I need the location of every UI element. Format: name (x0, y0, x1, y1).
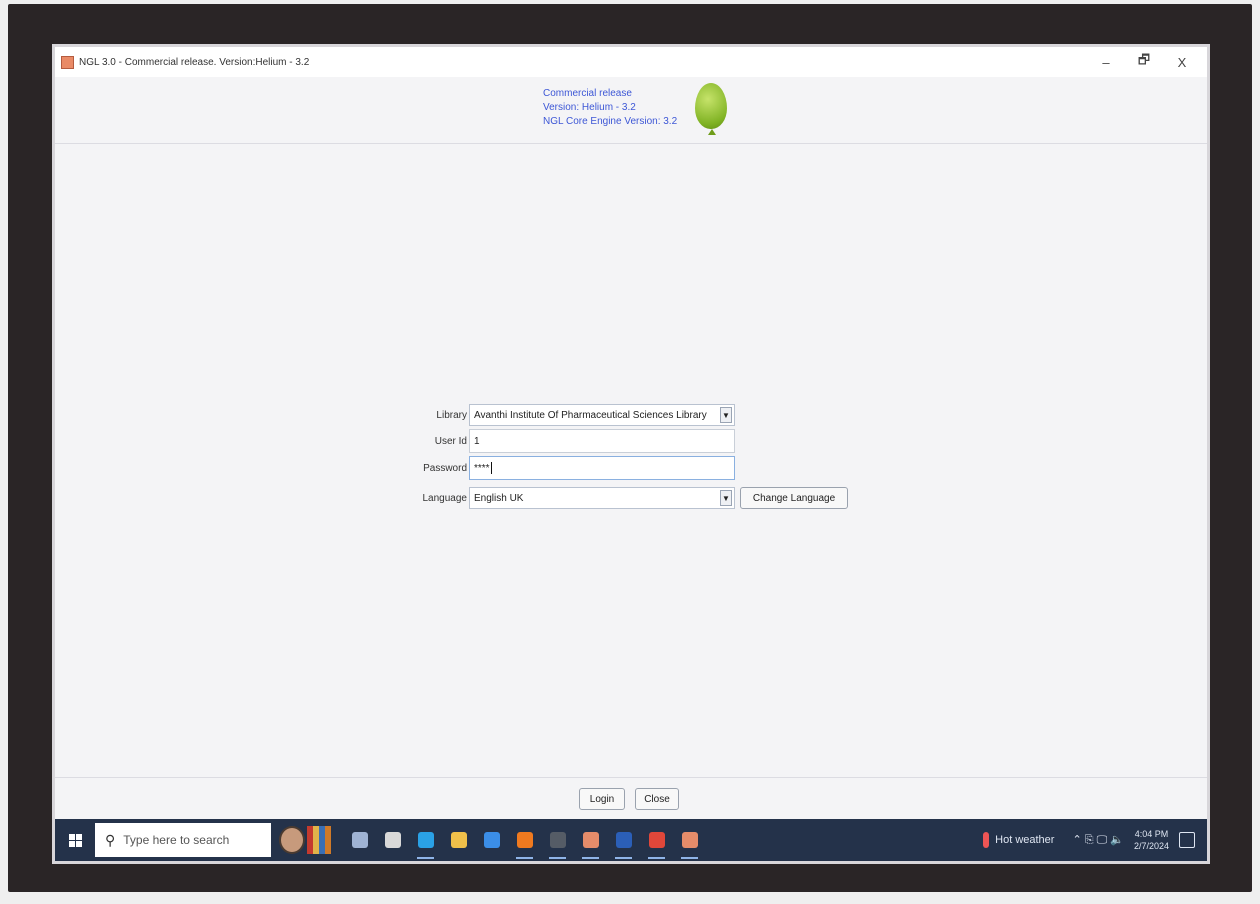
tray-icons[interactable]: ⌃ ⎘ 🖵 🔈 (1072, 833, 1124, 847)
close-window-button[interactable]: X (1163, 47, 1201, 77)
store-icon-glyph (384, 832, 401, 848)
maximize-button[interactable]: 🗗 (1125, 47, 1163, 77)
clock-time: 4:04 PM (1134, 829, 1169, 839)
library-select[interactable]: Avanthi Institute Of Pharmaceutical Scie… (469, 404, 735, 426)
library-label: Library (436, 409, 467, 421)
search-icon: ⚲ (105, 831, 116, 848)
java-app-icon[interactable] (574, 819, 607, 861)
library-value: Avanthi Institute Of Pharmaceutical Scie… (474, 409, 707, 421)
word-icon[interactable] (607, 819, 640, 861)
screen: NGL 3.0 - Commercial release. Version:He… (52, 44, 1210, 864)
thermometer-icon (983, 832, 990, 848)
userid-input[interactable]: 1 (469, 429, 735, 453)
system-tray: Hot weather ⌃ ⎘ 🖵 🔈 4:04 PM 2/7/2024 (983, 819, 1207, 861)
edge-icon[interactable] (409, 819, 442, 861)
clock-date: 2/7/2024 (1133, 841, 1169, 851)
notification-icon[interactable] (1179, 832, 1195, 848)
task-view-icon-glyph (351, 832, 368, 848)
taskbar-apps (343, 819, 706, 861)
app-icon (61, 55, 74, 69)
word-icon-glyph (615, 832, 632, 848)
window-title: NGL 3.0 - Commercial release. Version:He… (79, 56, 310, 68)
release-line: Commercial release (543, 88, 632, 99)
password-value: **** (474, 462, 490, 474)
userid-label: User Id (434, 435, 467, 447)
java-app-active-icon-glyph (681, 832, 698, 848)
terminal-icon[interactable] (541, 819, 574, 861)
store-icon[interactable] (376, 819, 409, 861)
window-controls: – 🗗 X (1087, 47, 1201, 77)
firefox-icon-glyph (516, 832, 533, 848)
firefox-icon[interactable] (508, 819, 541, 861)
minimize-button[interactable]: – (1087, 47, 1125, 77)
java-app-icon-glyph (582, 832, 599, 848)
news-widget-icon[interactable] (279, 824, 339, 856)
close-button[interactable]: Close (635, 788, 679, 810)
chrome-icon-glyph (648, 832, 665, 848)
chrome-icon[interactable] (640, 819, 673, 861)
language-label: Language (422, 492, 468, 504)
file-explorer-icon-glyph (450, 832, 467, 848)
edge-icon-glyph (417, 832, 434, 848)
windows-taskbar: ⚲ Type here to search Hot weather ⌃ ⎘ 🖵 … (55, 819, 1207, 861)
password-label: Password (423, 462, 467, 474)
window-titlebar: NGL 3.0 - Commercial release. Version:He… (55, 47, 1207, 77)
bottom-button-bar: Login Close (55, 777, 1207, 820)
password-input[interactable]: **** (469, 456, 735, 480)
task-view-icon[interactable] (343, 819, 376, 861)
java-app-active-icon[interactable] (673, 819, 706, 861)
login-button[interactable]: Login (579, 788, 625, 810)
person-thumbnail (279, 826, 305, 854)
balloon-tail (708, 129, 716, 135)
text-caret (490, 462, 492, 474)
clock[interactable]: 4:04 PM 2/7/2024 (1134, 828, 1169, 852)
mail-icon-glyph (483, 832, 500, 848)
header-area: Commercial release Version: Helium - 3.2… (55, 77, 1207, 144)
chevron-down-icon[interactable]: ▼ (720, 407, 732, 423)
green-balloon-icon (695, 83, 727, 129)
change-language-button[interactable]: Change Language (740, 487, 848, 509)
windows-start-icon[interactable] (55, 819, 95, 861)
version-line: Version: Helium - 3.2 (543, 102, 636, 113)
taskbar-search-box[interactable]: ⚲ Type here to search (95, 823, 271, 857)
books-thumbnail (307, 826, 331, 854)
search-placeholder: Type here to search (123, 833, 230, 847)
terminal-icon-glyph (549, 832, 566, 848)
engine-version-line: NGL Core Engine Version: 3.2 (543, 116, 678, 127)
language-value: English UK (474, 492, 524, 504)
file-explorer-icon[interactable] (442, 819, 475, 861)
chevron-down-icon[interactable]: ▼ (720, 490, 732, 506)
language-select[interactable]: English UK ▼ (469, 487, 735, 509)
release-info: Commercial release Version: Helium - 3.2… (543, 87, 677, 129)
weather-text: Hot weather (995, 834, 1055, 846)
weather-widget[interactable]: Hot weather (983, 832, 1054, 848)
mail-icon[interactable] (475, 819, 508, 861)
